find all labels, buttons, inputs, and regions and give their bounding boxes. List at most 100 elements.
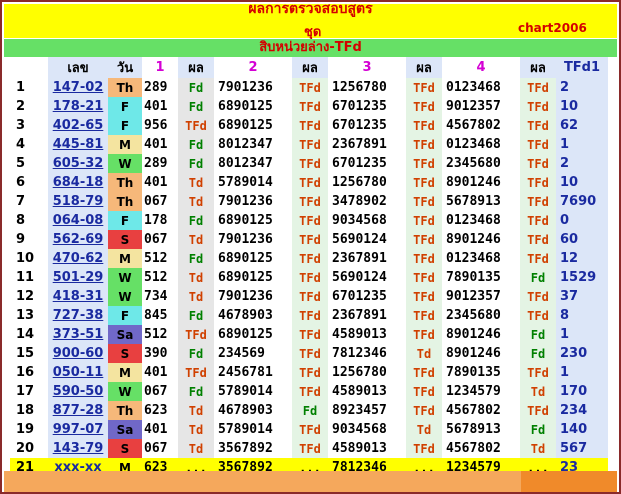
row-value-4: 1234579: [446, 384, 501, 399]
row-code-link[interactable]: 877-28: [48, 401, 108, 420]
row-tfd1: 8: [556, 306, 608, 325]
row-value-3: 6701235: [332, 118, 387, 133]
row-tfd1: 62: [556, 116, 608, 135]
table-row: 13 727-38 F 845 Fd 4678903 TFd 2367891 TFd 234568…: [10, 306, 608, 325]
row-code-link[interactable]: 178-21: [48, 97, 108, 116]
row-day: F: [108, 116, 142, 135]
row-code-link[interactable]: 050-11: [48, 363, 108, 382]
row-result-1: Td: [178, 420, 214, 439]
row-result-1: Td: [178, 173, 214, 192]
row-index: 17: [16, 384, 35, 399]
row-index: 8: [16, 213, 26, 228]
row-result-1: Fd: [178, 211, 214, 230]
row-result-2: TFd: [292, 382, 328, 401]
row-value-1: 067: [144, 194, 168, 209]
row-value-3: 2367891: [332, 251, 387, 266]
row-value-4: 7890135: [446, 365, 501, 380]
row-tfd1: 230: [556, 344, 608, 363]
subtitle-bar: สิบหน่วยล่าง-TFd: [4, 39, 617, 57]
row-day: F: [108, 306, 142, 325]
row-result-1: Td: [178, 230, 214, 249]
row-value-2: 5789014: [218, 384, 273, 399]
table-row: 10 470-62 M 512 Fd 6890125 TFd 2367891 TFd 012346…: [10, 249, 608, 268]
row-value-1: 401: [144, 365, 168, 380]
row-code-link[interactable]: 470-62: [48, 249, 108, 268]
table-row: 1 147-02 Th 289 Fd 7901236 TFd 1256780 TFd 012346…: [10, 78, 608, 97]
row-code-link[interactable]: 402-65: [48, 116, 108, 135]
header-c2: 2: [248, 60, 258, 75]
row-result-4: TFd: [520, 97, 556, 116]
row-result-2: TFd: [292, 78, 328, 97]
row-code-link[interactable]: 143-79: [48, 439, 108, 458]
row-code-link[interactable]: 997-07: [48, 420, 108, 439]
row-day: W: [108, 268, 142, 287]
row-value-2: 6890125: [218, 251, 273, 266]
row-code-link[interactable]: 590-50: [48, 382, 108, 401]
row-value-4: 9012357: [446, 99, 501, 114]
row-value-2: 6890125: [218, 213, 273, 228]
row-value-4: 8901246: [446, 327, 501, 342]
table-row: 18 877-28 Th 623 Td 4678903 Fd 8923457 TFd 456780…: [10, 401, 608, 420]
row-code-link[interactable]: 900-60: [48, 344, 108, 363]
row-value-4: 8901246: [446, 175, 501, 190]
row-index: 15: [16, 346, 35, 361]
row-index: 14: [16, 327, 35, 342]
row-day: F: [108, 211, 142, 230]
footer-bar: [4, 471, 617, 492]
row-value-1: 067: [144, 441, 168, 456]
row-day: S: [108, 439, 142, 458]
row-day: Sa: [108, 325, 142, 344]
row-value-3: 9034568: [332, 213, 387, 228]
row-tfd1: 2: [556, 154, 608, 173]
row-code-link[interactable]: 684-18: [48, 173, 108, 192]
row-value-4: 9012357: [446, 289, 501, 304]
row-tfd1: 1: [556, 325, 608, 344]
row-value-1: 289: [144, 80, 168, 95]
row-code-link[interactable]: 418-31: [48, 287, 108, 306]
row-tfd1: 234: [556, 401, 608, 420]
row-index: 2: [16, 99, 26, 114]
row-code-link[interactable]: 501-29: [48, 268, 108, 287]
row-result-3: TFd: [406, 287, 442, 306]
row-value-2: 7901236: [218, 80, 273, 95]
row-result-4: Fd: [520, 344, 556, 363]
row-result-3: TFd: [406, 249, 442, 268]
row-value-1: 067: [144, 232, 168, 247]
table-row: 9 562-69 S 067 Td 7901236 TFd 5690124 TFd 8901246…: [10, 230, 608, 249]
row-result-3: TFd: [406, 192, 442, 211]
row-index: 3: [16, 118, 26, 133]
header-day: วัน: [108, 57, 142, 78]
row-index: 19: [16, 422, 35, 437]
row-code-link[interactable]: 727-38: [48, 306, 108, 325]
row-tfd1: 567: [556, 439, 608, 458]
row-code-link[interactable]: 373-51: [48, 325, 108, 344]
row-result-4: TFd: [520, 306, 556, 325]
row-tfd1: 10: [556, 173, 608, 192]
row-index: 4: [16, 137, 26, 152]
row-code-link[interactable]: 147-02: [48, 78, 108, 97]
row-value-2: 2456781: [218, 365, 273, 380]
row-day: W: [108, 287, 142, 306]
row-result-1: Fd: [178, 306, 214, 325]
row-code-link[interactable]: 518-79: [48, 192, 108, 211]
row-value-4: 0123468: [446, 80, 501, 95]
row-result-2: TFd: [292, 230, 328, 249]
row-value-3: 1256780: [332, 175, 387, 190]
row-result-4: TFd: [520, 249, 556, 268]
row-value-3: 9034568: [332, 422, 387, 437]
row-value-1: 401: [144, 175, 168, 190]
row-result-2: TFd: [292, 268, 328, 287]
table-row: 17 590-50 W 067 Fd 5789014 TFd 4589013 TFd 123457…: [10, 382, 608, 401]
page-title: ผลการตรวจสอบสูตร: [248, 1, 373, 17]
row-code-link[interactable]: 445-81: [48, 135, 108, 154]
row-tfd1: 140: [556, 420, 608, 439]
row-value-3: 7812346: [332, 346, 387, 361]
row-value-3: 6701235: [332, 289, 387, 304]
row-result-4: TFd: [520, 78, 556, 97]
results-window: ผลการตรวจสอบสูตร ชุด chart2006 สิบหน่วยล…: [0, 0, 621, 494]
row-value-4: 8901246: [446, 346, 501, 361]
row-code-link[interactable]: 562-69: [48, 230, 108, 249]
row-value-4: 0123468: [446, 137, 501, 152]
row-code-link[interactable]: 605-32: [48, 154, 108, 173]
row-code-link[interactable]: 064-08: [48, 211, 108, 230]
